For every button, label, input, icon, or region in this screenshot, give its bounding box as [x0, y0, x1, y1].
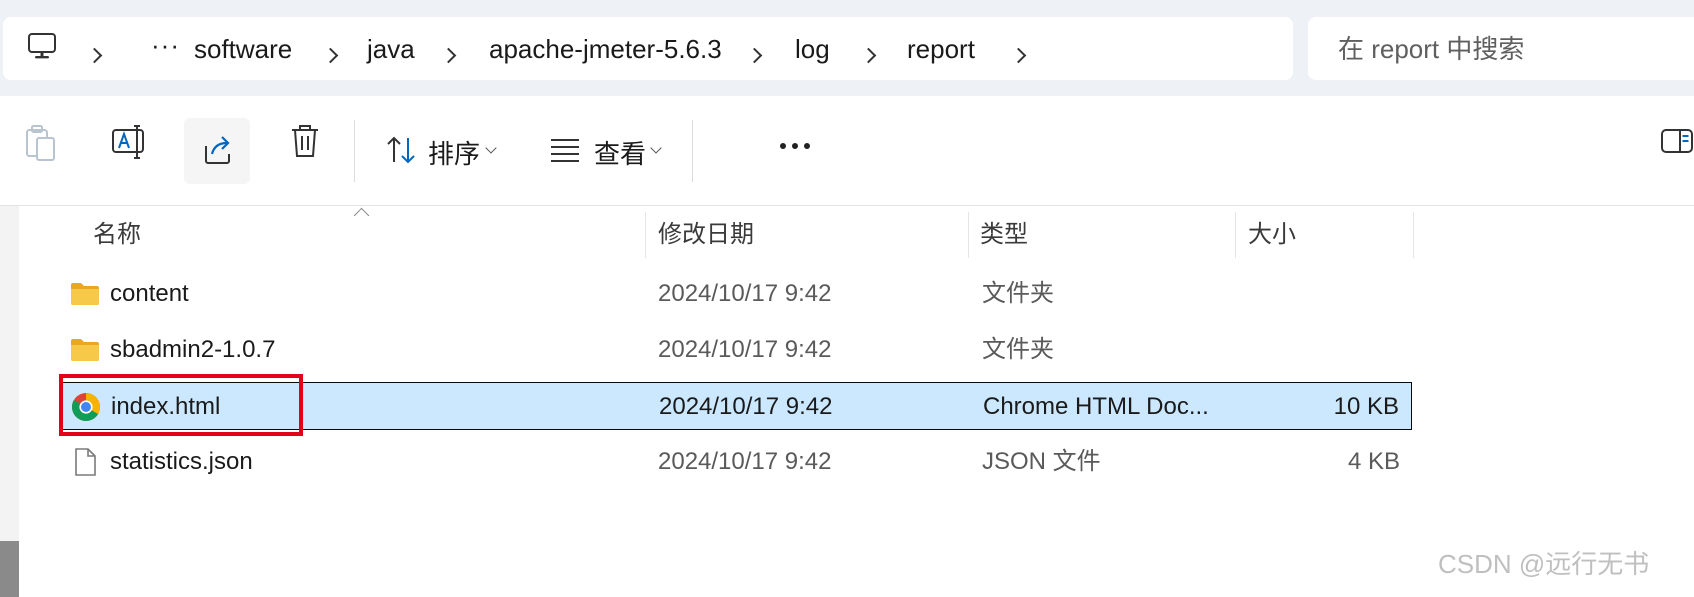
sort-label: 排序: [428, 139, 481, 169]
paste-icon[interactable]: [24, 124, 58, 164]
view-icon: [551, 139, 579, 162]
address-bar[interactable]: ··· software java apache-jmeter-5.6.3 lo…: [3, 17, 1293, 80]
file-date: 2024/10/17 9:42: [659, 393, 833, 420]
chevron-right-icon[interactable]: [860, 47, 877, 64]
search-box[interactable]: 在 report 中搜索: [1308, 17, 1694, 80]
chevron-right-icon[interactable]: [86, 47, 103, 64]
delete-icon[interactable]: [288, 122, 322, 160]
file-size: 10 KB: [1333, 393, 1399, 420]
file-icon: [75, 448, 96, 476]
sort-ascending-icon: [353, 207, 370, 224]
breadcrumb-overflow[interactable]: ···: [151, 30, 180, 61]
breadcrumb-log[interactable]: log: [795, 34, 830, 64]
breadcrumb-java[interactable]: java: [367, 34, 415, 64]
folder-icon: [71, 283, 99, 305]
file-name: statistics.json: [110, 448, 253, 475]
this-pc-icon[interactable]: [25, 29, 61, 65]
column-divider[interactable]: [968, 212, 969, 258]
column-divider[interactable]: [645, 212, 646, 258]
scrollbar[interactable]: [0, 206, 19, 597]
watermark: CSDN @远行无书: [1438, 549, 1650, 579]
more-options-icon[interactable]: [780, 136, 816, 154]
chevron-down-icon: [650, 142, 662, 154]
chevron-right-icon[interactable]: [440, 47, 457, 64]
address-bar-region: ··· software java apache-jmeter-5.6.3 lo…: [0, 0, 1694, 96]
folder-icon: [71, 339, 99, 361]
file-date: 2024/10/17 9:42: [658, 280, 832, 307]
column-divider[interactable]: [1235, 212, 1236, 258]
command-bar: 排序 查看: [0, 96, 1694, 206]
file-date: 2024/10/17 9:42: [658, 448, 832, 475]
column-header-size[interactable]: 大小: [1248, 220, 1296, 264]
toolbar-divider: [692, 120, 693, 182]
chevron-right-icon[interactable]: [1010, 47, 1027, 64]
file-date: 2024/10/17 9:42: [658, 336, 832, 363]
chevron-down-icon: [485, 142, 497, 154]
file-type: 文件夹: [982, 280, 1054, 307]
file-name: sbadmin2-1.0.7: [110, 336, 276, 363]
file-name: content: [110, 280, 189, 307]
file-row-sbadmin2[interactable]: sbadmin2-1.0.7 2024/10/17 9:42 文件夹: [60, 326, 1412, 374]
chevron-right-icon[interactable]: [322, 47, 339, 64]
breadcrumb-software[interactable]: software: [194, 34, 292, 64]
sort-button[interactable]: 排序: [384, 118, 514, 184]
annotation-highlight-box: [59, 374, 303, 436]
share-icon: [205, 136, 230, 164]
sort-icon: [387, 136, 415, 164]
toolbar-divider: [354, 120, 355, 182]
column-divider[interactable]: [1413, 212, 1414, 258]
details-pane-icon[interactable]: [1660, 126, 1694, 156]
view-button[interactable]: 查看: [548, 118, 678, 184]
column-header-type[interactable]: 类型: [980, 220, 1028, 264]
file-type: Chrome HTML Doc...: [983, 393, 1209, 420]
rename-icon[interactable]: [110, 122, 150, 162]
column-header-date[interactable]: 修改日期: [658, 220, 754, 264]
file-row-content[interactable]: content 2024/10/17 9:42 文件夹: [60, 270, 1412, 318]
share-button[interactable]: [184, 118, 250, 184]
scrollbar-thumb[interactable]: [0, 541, 19, 597]
file-row-statistics-json[interactable]: statistics.json 2024/10/17 9:42 JSON 文件 …: [60, 438, 1412, 486]
chevron-right-icon[interactable]: [746, 47, 763, 64]
file-size: 4 KB: [1347, 448, 1400, 475]
view-label: 查看: [594, 139, 647, 169]
column-header-name[interactable]: 名称: [93, 220, 141, 264]
breadcrumb-report[interactable]: report: [907, 34, 975, 64]
file-type: JSON 文件: [982, 448, 1101, 475]
file-type: 文件夹: [982, 336, 1054, 363]
search-input[interactable]: 在 report 中搜索: [1338, 34, 1524, 64]
breadcrumb-apache-jmeter[interactable]: apache-jmeter-5.6.3: [489, 34, 722, 64]
